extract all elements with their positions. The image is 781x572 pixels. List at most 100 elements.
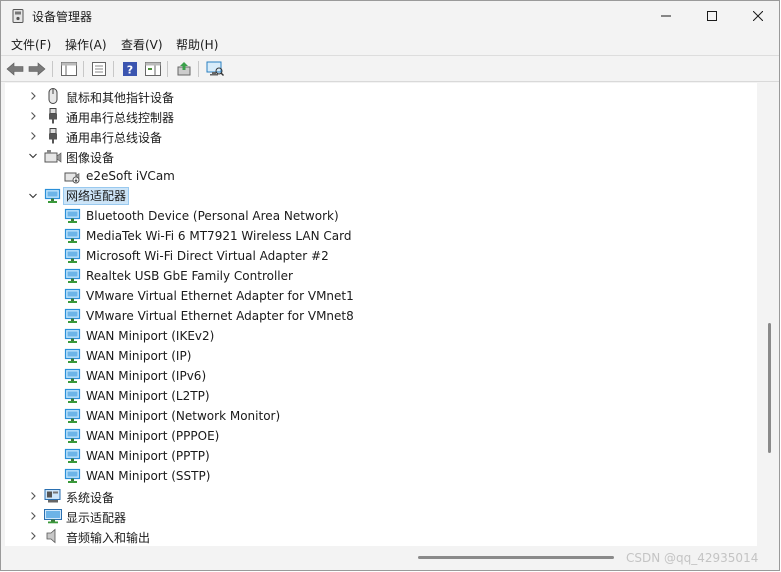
chevron-right-icon[interactable] [27, 490, 39, 502]
tree-device[interactable]: e2eSoft iVCam [5, 166, 757, 186]
action-pane-button[interactable] [143, 59, 163, 79]
tree-device[interactable]: WAN Miniport (PPPOE) [5, 426, 757, 446]
console-tree-icon [61, 62, 77, 76]
tree-device[interactable]: Realtek USB GbE Family Controller [5, 266, 757, 286]
tree-device[interactable]: MediaTek Wi-Fi 6 MT7921 Wireless LAN Car… [5, 226, 757, 246]
display-adapter-icon [44, 508, 62, 524]
network-adapter-icon [64, 408, 82, 424]
tree-category[interactable]: 通用串行总线设备 [5, 126, 757, 146]
camera-icon [44, 148, 62, 164]
tree-item-label: VMware Virtual Ethernet Adapter for VMne… [86, 309, 354, 323]
chevron-down-icon[interactable] [27, 150, 39, 162]
tree-item-label: WAN Miniport (PPPOE) [86, 429, 220, 443]
tree-item-label: VMware Virtual Ethernet Adapter for VMne… [86, 289, 354, 303]
forward-button[interactable] [27, 59, 47, 79]
tree-category[interactable]: 鼠标和其他指针设备 [5, 86, 757, 106]
toolbar: ? [1, 55, 779, 82]
tree-category[interactable]: 音频输入和输出 [5, 526, 757, 546]
tree-item-label: WAN Miniport (IKEv2) [86, 329, 215, 343]
properties-icon [92, 62, 106, 76]
close-icon [753, 11, 763, 21]
chevron-right-icon[interactable] [27, 110, 39, 122]
tree-device[interactable]: WAN Miniport (IKEv2) [5, 326, 757, 346]
network-adapter-icon [64, 368, 82, 384]
scan-hardware-button[interactable] [205, 59, 225, 79]
tree-device[interactable]: WAN Miniport (L2TP) [5, 386, 757, 406]
tree-item-label: 系统设备 [66, 491, 115, 505]
update-driver-button[interactable] [174, 59, 194, 79]
help-icon: ? [123, 62, 137, 77]
forward-arrow-icon [28, 62, 46, 76]
chevron-right-icon[interactable] [27, 530, 39, 542]
tree-category[interactable]: 通用串行总线控制器 [5, 106, 757, 126]
chevron-right-icon[interactable] [27, 90, 39, 102]
network-adapter-icon [64, 468, 82, 484]
close-button[interactable] [735, 1, 781, 31]
tree-device[interactable]: Bluetooth Device (Personal Area Network) [5, 206, 757, 226]
tree-device[interactable]: VMware Virtual Ethernet Adapter for VMne… [5, 306, 757, 326]
tree-item-label: WAN Miniport (L2TP) [86, 389, 210, 403]
tree-device[interactable]: Microsoft Wi-Fi Direct Virtual Adapter #… [5, 246, 757, 266]
vertical-scrollbar-thumb[interactable] [768, 323, 771, 453]
tree-device[interactable]: WAN Miniport (PPTP) [5, 446, 757, 466]
device-tree[interactable]: 鼠标和其他指针设备 通用串行总线控制器 通用串行总线设备图像设备 e2eSoft iV… [5, 83, 757, 546]
tree-device[interactable]: VMware Virtual Ethernet Adapter for VMne… [5, 286, 757, 306]
chevron-right-icon[interactable] [27, 130, 39, 142]
network-adapter-icon [64, 248, 82, 264]
tree-item-label: 网络适配器 [63, 187, 130, 205]
chevron-down-icon[interactable] [27, 190, 39, 202]
watermark: CSDN @qq_42935014 [626, 551, 759, 565]
toolbar-separator [167, 61, 168, 77]
tree-item-label: e2eSoft iVCam [86, 169, 175, 183]
tree-item-label: Realtek USB GbE Family Controller [86, 269, 293, 283]
back-button[interactable] [5, 59, 25, 79]
tree-item-label: WAN Miniport (IP) [86, 349, 192, 363]
device-manager-app-icon [12, 9, 24, 23]
device-manager-window: 设备管理器 文件(F) 操作(A) 查看(V) 帮助(H) ? 鼠标和其他指针设… [0, 0, 780, 571]
tree-item-label: MediaTek Wi-Fi 6 MT7921 Wireless LAN Car… [86, 229, 352, 243]
tree-item-label: 显示适配器 [66, 511, 127, 525]
tree-item-label: WAN Miniport (SSTP) [86, 469, 211, 483]
tree-item-label: 通用串行总线控制器 [66, 111, 175, 125]
network-adapter-icon [64, 348, 82, 364]
network-adapter-icon [64, 288, 82, 304]
minimize-button[interactable] [643, 1, 689, 31]
tree-item-label: WAN Miniport (PPTP) [86, 449, 210, 463]
update-driver-icon [177, 62, 191, 76]
tree-device[interactable]: WAN Miniport (SSTP) [5, 466, 757, 486]
menu-bar: 文件(F) 操作(A) 查看(V) 帮助(H) [1, 32, 779, 54]
network-adapter-icon [64, 228, 82, 244]
tree-device[interactable]: WAN Miniport (IPv6) [5, 366, 757, 386]
network-adapter-icon [64, 328, 82, 344]
tree-item-label: WAN Miniport (IPv6) [86, 369, 207, 383]
horizontal-scrollbar-thumb[interactable] [417, 556, 614, 559]
tree-category[interactable]: 系统设备 [5, 486, 757, 506]
tree-category[interactable]: 图像设备 [5, 146, 757, 166]
tree-item-label: Microsoft Wi-Fi Direct Virtual Adapter #… [86, 249, 329, 263]
tree-item-label: Bluetooth Device (Personal Area Network) [86, 209, 339, 223]
menu-file[interactable]: 文件(F) [11, 36, 51, 53]
tree-device[interactable]: WAN Miniport (Network Monitor) [5, 406, 757, 426]
network-adapter-icon [64, 208, 82, 224]
chevron-right-icon[interactable] [27, 510, 39, 522]
back-arrow-icon [6, 62, 24, 76]
help-button[interactable]: ? [120, 59, 140, 79]
menu-help[interactable]: 帮助(H) [176, 36, 218, 53]
tree-category[interactable]: 显示适配器 [5, 506, 757, 526]
menu-view[interactable]: 查看(V) [121, 36, 163, 53]
vertical-scrollbar[interactable] [761, 83, 779, 546]
network-adapter-icon [64, 448, 82, 464]
tree-item-label: 鼠标和其他指针设备 [66, 91, 175, 105]
maximize-button[interactable] [689, 1, 735, 31]
menu-action[interactable]: 操作(A) [65, 36, 107, 53]
toolbar-separator [113, 61, 114, 77]
tree-item-label: 图像设备 [66, 151, 115, 165]
tree-item-label: WAN Miniport (Network Monitor) [86, 409, 281, 423]
speaker-icon [44, 528, 62, 544]
show-hide-console-tree-button[interactable] [59, 59, 79, 79]
title-bar[interactable]: 设备管理器 [1, 1, 779, 31]
usb-icon [44, 128, 62, 144]
properties-button[interactable] [89, 59, 109, 79]
tree-category[interactable]: 网络适配器 [5, 186, 757, 206]
tree-device[interactable]: WAN Miniport (IP) [5, 346, 757, 366]
